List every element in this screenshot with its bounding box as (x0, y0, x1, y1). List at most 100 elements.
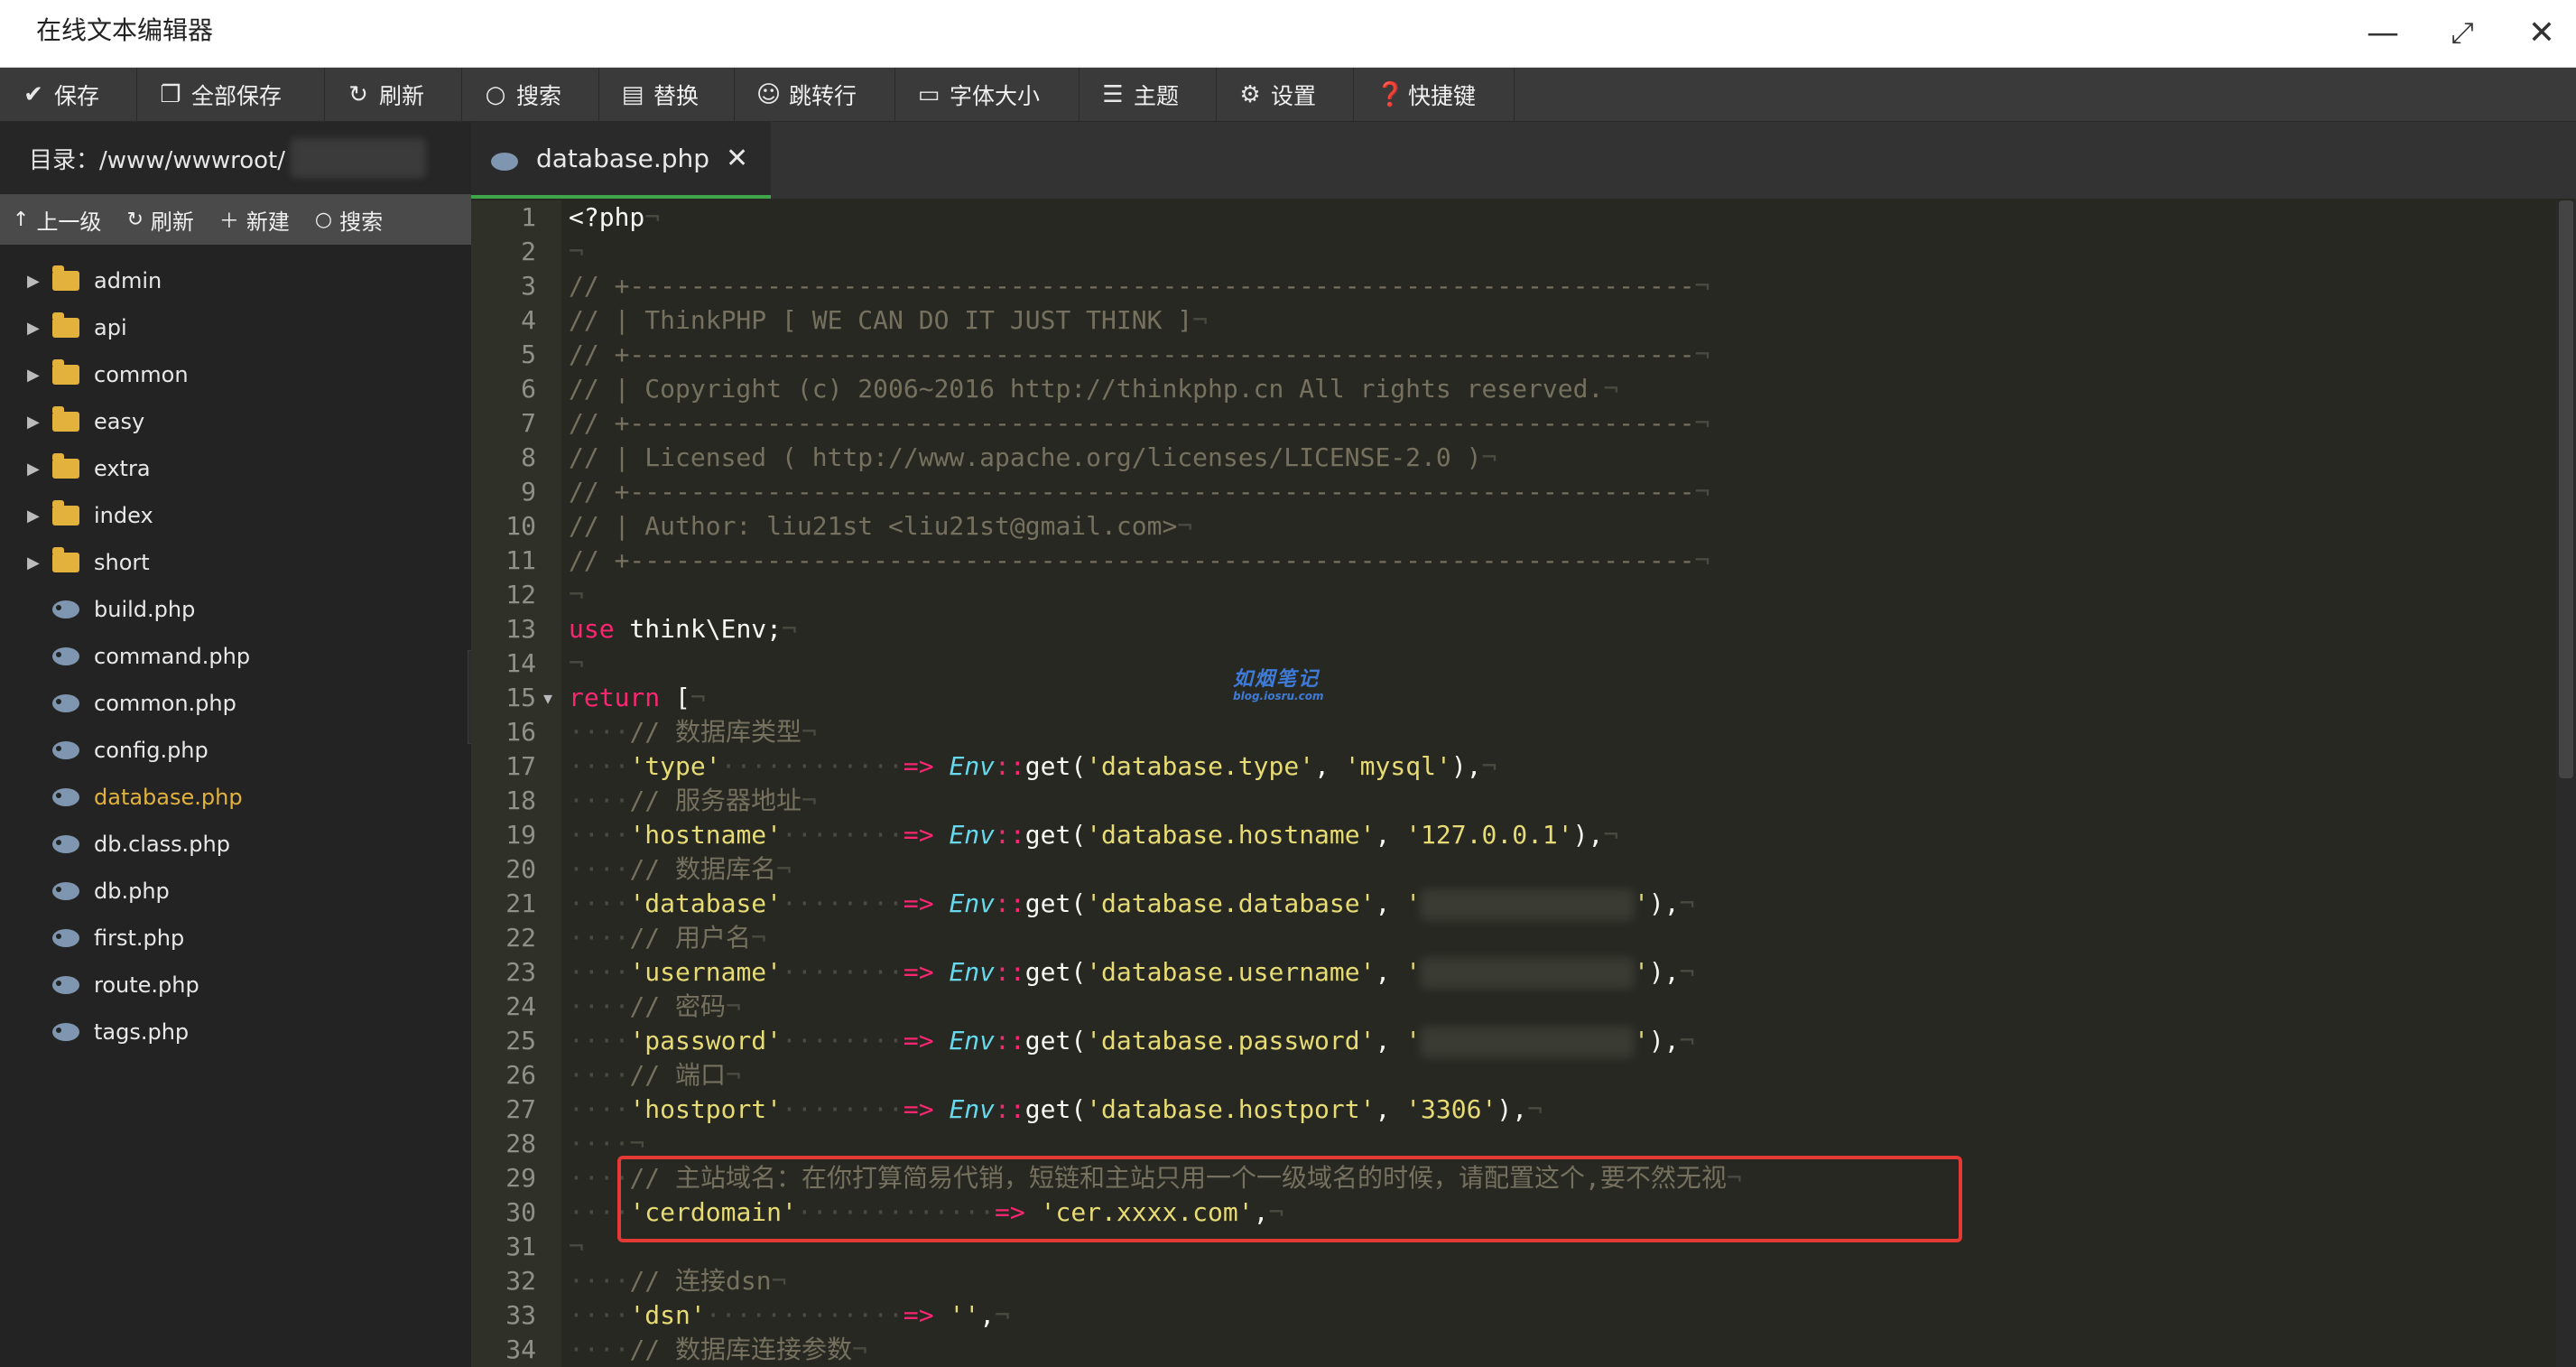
line-number-gutter: 1 2 3 4 5 6 7 8 9 10 11 12 13 14 15 16 17 18 19 20 21 22 23 24 2… (471, 200, 561, 1367)
code-line: use think\Env;¬ (569, 614, 797, 644)
check-icon: ✔ (23, 80, 43, 108)
line-number: 30 (505, 1197, 536, 1227)
gear-icon: ⚙ (1239, 80, 1261, 108)
php-file-icon (52, 929, 79, 947)
code-line: ····// 数据库名¬ (569, 854, 792, 884)
parent-dir-button[interactable]: ↑ 上一级 (0, 194, 114, 245)
sidebar-toolbar: ↑ 上一级 ↻ 刷新 ＋新建 ○ 搜索 (0, 194, 471, 245)
code-line: ····'cerdomain'·············=> 'cer.xxxx… (569, 1197, 1284, 1227)
caret-right-icon: ▶ (27, 506, 40, 525)
line-number: 18 (505, 786, 536, 815)
folder-icon (52, 500, 79, 525)
file-item-route[interactable]: route.php (0, 962, 471, 1009)
goto-line-button[interactable]: ☺ 跳转行 (735, 68, 895, 121)
code-line: ····'type'············=> Env::get('datab… (569, 751, 1497, 781)
code-line: // +------------------------------------… (569, 339, 1710, 369)
line-number: 6 (521, 374, 536, 404)
redacted-path (291, 138, 426, 178)
line-number: 13 (505, 614, 536, 644)
file-item-db-class[interactable]: db.class.php (0, 821, 471, 868)
code-line: ¬ (569, 648, 584, 678)
line-number: 11 (505, 545, 536, 575)
folder-item-api[interactable]: ▶ api (0, 304, 471, 351)
tab-close-icon[interactable]: ✕ (726, 143, 748, 174)
php-file-icon (52, 1023, 79, 1041)
code-line: ····'hostport'········=> Env::get('datab… (569, 1094, 1543, 1124)
sidebar-refresh-button[interactable]: ↻ 刷新 (114, 194, 206, 245)
code-line: ····// 数据库类型¬ (569, 717, 817, 747)
file-item-common[interactable]: common.php (0, 680, 471, 727)
line-number: 7 (521, 408, 536, 438)
folder-item-common[interactable]: ▶ common (0, 351, 471, 398)
php-file-icon (52, 882, 79, 900)
folder-icon (52, 359, 79, 385)
folder-item-easy[interactable]: ▶ easy (0, 398, 471, 445)
code-editor[interactable]: <?php¬ ¬ // +---------------------------… (561, 200, 2556, 1367)
line-number: 25 (505, 1026, 536, 1055)
save-button[interactable]: ✔ 保存 (0, 68, 137, 121)
font-icon: ▭ (917, 80, 941, 108)
file-item-first[interactable]: first.php (0, 915, 471, 962)
folder-item-extra[interactable]: ▶ extra (0, 445, 471, 492)
code-line: <?php¬ (569, 202, 661, 232)
code-line: ····'hostname'········=> Env::get('datab… (569, 820, 1619, 850)
up-arrow-icon: ↑ (13, 208, 30, 231)
maximize-icon: ⤢ (2451, 14, 2474, 50)
caret-right-icon: ▶ (27, 365, 40, 385)
editor-scrollbar[interactable] (2556, 200, 2576, 1367)
minimize-button[interactable]: — (2354, 9, 2412, 56)
php-file-icon (52, 647, 79, 665)
folder-item-index[interactable]: ▶ index (0, 492, 471, 539)
php-file-icon (52, 835, 79, 853)
line-number: 8 (521, 442, 536, 472)
maximize-button[interactable]: ⤢ (2433, 9, 2491, 56)
save-all-button[interactable]: ❐ 全部保存 (137, 68, 325, 121)
file-item-build[interactable]: build.php (0, 586, 471, 633)
line-number: 27 (505, 1094, 536, 1124)
folder-icon (52, 453, 79, 479)
line-number: 29 (505, 1163, 536, 1193)
code-line: // | Copyright (c) 2006~2016 http://thin… (569, 374, 1619, 404)
caret-right-icon: ▶ (27, 553, 40, 572)
code-line: // +------------------------------------… (569, 477, 1710, 507)
code-line: ¬ (569, 1232, 584, 1261)
code-line: ····'database'········=> Env::get('datab… (569, 888, 1695, 920)
file-item-database[interactable]: database.php (0, 774, 471, 821)
file-item-command[interactable]: command.php (0, 633, 471, 680)
line-number: 33 (505, 1300, 536, 1330)
folder-icon (52, 312, 79, 338)
new-file-button[interactable]: ＋新建 (207, 194, 302, 245)
plus-icon: ＋ (218, 210, 239, 233)
refresh-button[interactable]: ↻ 刷新 (325, 68, 462, 121)
fold-toggle-icon[interactable]: ▾ (543, 681, 552, 715)
line-number: 26 (505, 1060, 536, 1090)
sidebar-search-button[interactable]: ○ 搜索 (302, 194, 395, 245)
scrollbar-thumb[interactable] (2559, 200, 2573, 778)
php-file-icon (52, 694, 79, 712)
shortcuts-button[interactable]: ❓ 快捷键 (1354, 68, 1515, 121)
folder-item-short[interactable]: ▶ short (0, 539, 471, 586)
code-line: ····// 密码¬ (569, 991, 741, 1021)
code-line: ····// 服务器地址¬ (569, 786, 817, 815)
refresh-icon: ↻ (126, 208, 144, 231)
line-number: 16 (505, 717, 536, 747)
replace-button[interactable]: ▤ 替换 (599, 68, 735, 121)
search-button[interactable]: ○ 搜索 (462, 68, 599, 121)
close-button[interactable]: ✕ (2513, 9, 2571, 56)
theme-button[interactable]: ☰ 主题 (1080, 68, 1217, 121)
file-item-config[interactable]: config.php (0, 727, 471, 774)
tab-database-php[interactable]: database.php ✕ (471, 122, 771, 199)
code-line: ····// 端口¬ (569, 1060, 741, 1090)
code-line: ····'password'········=> Env::get('datab… (569, 1026, 1695, 1057)
php-file-icon (52, 741, 79, 759)
file-item-tags[interactable]: tags.php (0, 1009, 471, 1055)
code-line: // +------------------------------------… (569, 271, 1710, 301)
line-number: 23 (505, 957, 536, 987)
font-size-button[interactable]: ▭ 字体大小 (895, 68, 1080, 121)
line-number: 9 (521, 477, 536, 507)
settings-button[interactable]: ⚙ 设置 (1217, 68, 1354, 121)
search-icon: ○ (485, 80, 506, 108)
folder-item-admin[interactable]: ▶ admin (0, 257, 471, 304)
caret-right-icon: ▶ (27, 412, 40, 432)
file-item-db[interactable]: db.php (0, 868, 471, 915)
